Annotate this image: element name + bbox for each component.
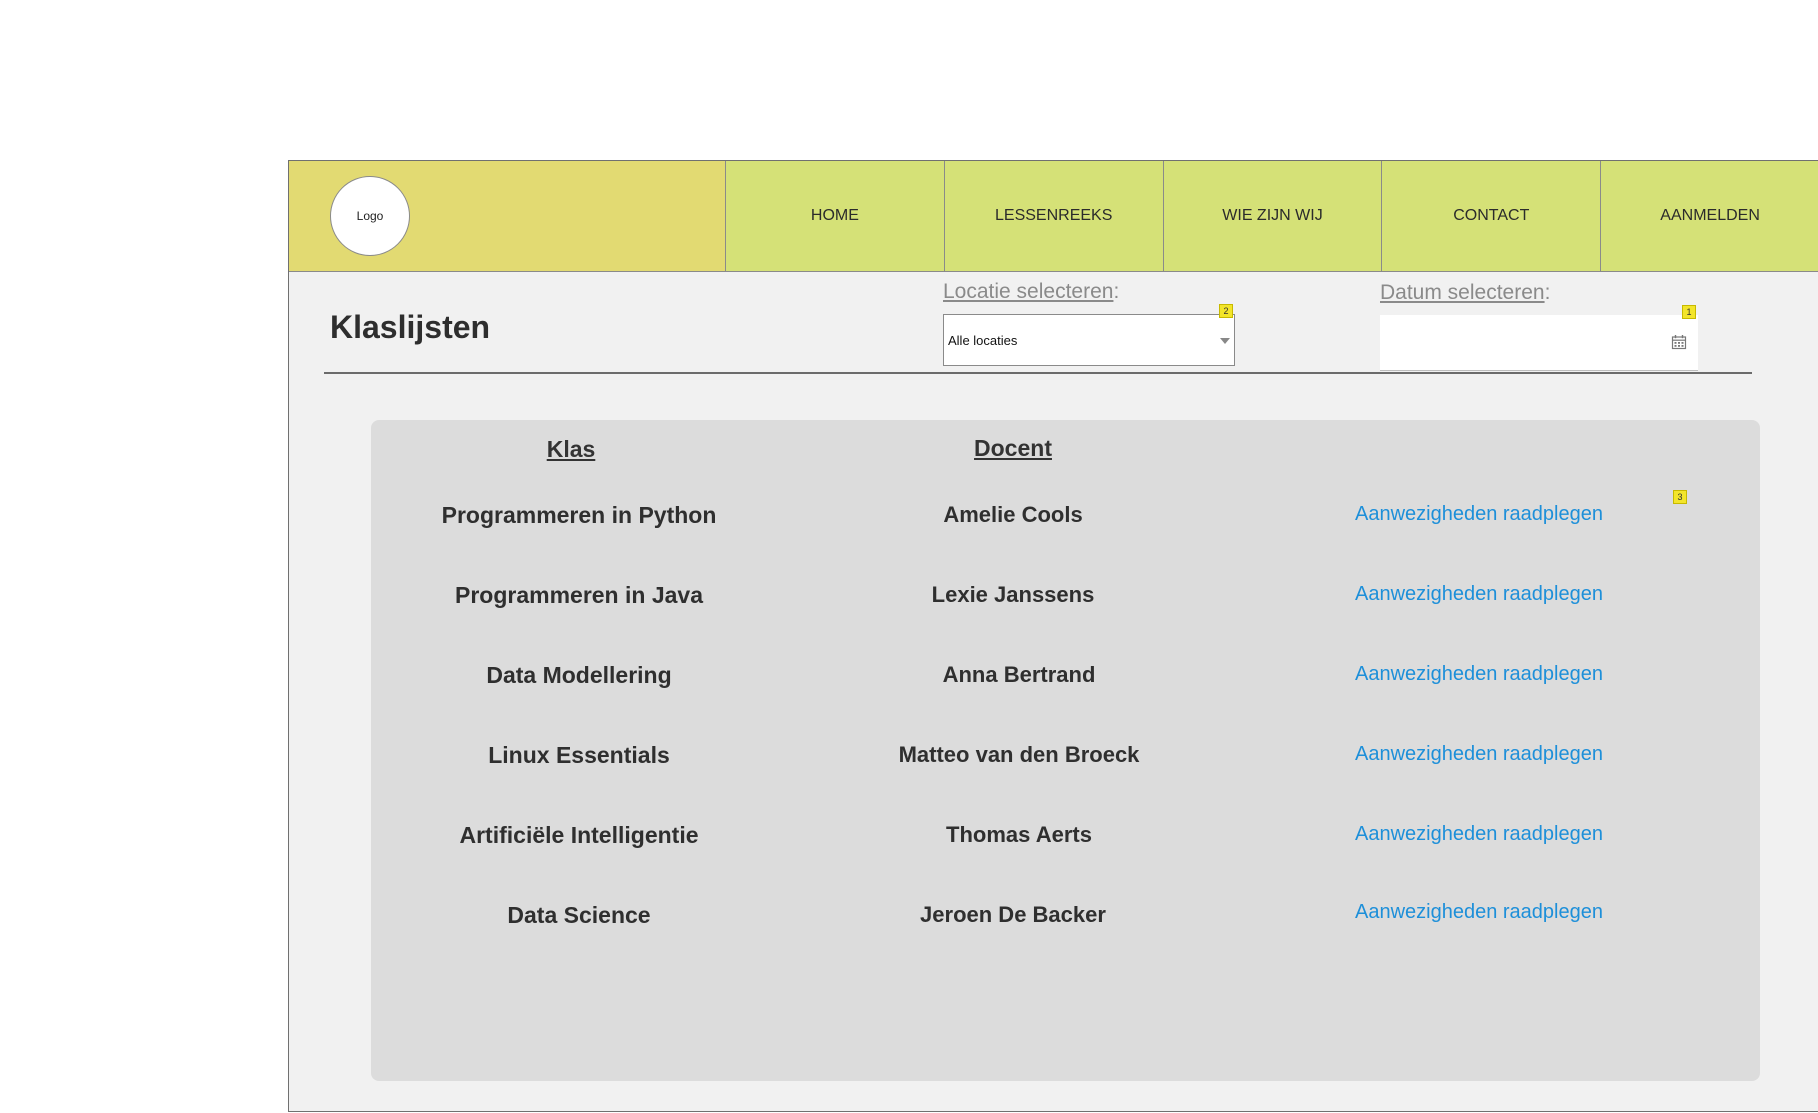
location-select-value: Alle locaties [948,332,1018,348]
column-header-docent: Docent [974,435,1052,461]
row-4-klas: Linux Essentials [488,742,670,768]
action-annotation-badge: 3 [1673,490,1687,504]
location-annotation-badge: 2 [1219,304,1233,318]
row-5-klas: Artificiële Intelligentie [459,822,699,848]
row-3-klas: Data Modellering [486,662,672,688]
chevron-down-icon [1220,338,1230,344]
location-label: Locatie selecteren: [943,280,1119,304]
row-3-docent: Anna Bertrand [942,662,1096,687]
logo[interactable]: Logo [330,176,410,256]
column-header-klas: Klas [546,436,596,462]
nav-aanmelden[interactable]: AANMELDEN [1600,161,1818,272]
calendar-icon[interactable] [1671,334,1687,350]
row-3-attendance-link[interactable]: Aanwezigheden raadplegen [1355,663,1603,686]
row-1-attendance-link[interactable]: Aanwezigheden raadplegen [1355,503,1603,526]
title-divider [324,372,1752,374]
brand-area: Logo [289,161,725,272]
row-1-klas: Programmeren in Python [441,502,717,528]
row-6-attendance-link[interactable]: Aanwezigheden raadplegen [1355,901,1603,924]
row-4-docent: Matteo van den Broeck [898,742,1140,767]
date-annotation-badge: 1 [1682,305,1696,319]
nav-wie-zijn-wij[interactable]: WIE ZIJN WIJ [1162,161,1382,272]
row-4-attendance-link[interactable]: Aanwezigheden raadplegen [1355,743,1603,766]
date-input[interactable] [1380,315,1698,371]
nav-lessenreeks[interactable]: LESSENREEKS [943,161,1163,272]
location-label-colon: : [1113,280,1120,303]
row-6-klas: Data Science [507,902,651,928]
date-label-text: Datum selecteren [1380,281,1545,304]
location-label-text: Locatie selecteren [943,280,1114,303]
class-list-panel: Klas Docent 3 Programmeren in Python Ame… [371,420,1760,1081]
row-1-docent: Amelie Cools [943,502,1083,527]
row-2-docent: Lexie Janssens [931,582,1095,607]
nav-home[interactable]: HOME [725,161,944,272]
date-label: Datum selecteren: [1380,281,1550,305]
row-6-docent: Jeroen De Backer [920,902,1106,927]
main-nav: HOME LESSENREEKS WIE ZIJN WIJ CONTACT AA… [725,161,1818,272]
row-5-docent: Thomas Aerts [946,822,1092,847]
row-5-attendance-link[interactable]: Aanwezigheden raadplegen [1355,823,1603,846]
header: Logo HOME LESSENREEKS WIE ZIJN WIJ CONTA… [289,161,1818,272]
row-2-klas: Programmeren in Java [454,582,704,608]
app-frame: Logo HOME LESSENREEKS WIE ZIJN WIJ CONTA… [288,160,1818,1112]
page-title: Klaslijsten [330,309,491,345]
date-label-colon: : [1544,281,1551,304]
location-select[interactable]: Alle locaties [943,314,1235,366]
row-2-attendance-link[interactable]: Aanwezigheden raadplegen [1355,583,1603,606]
nav-contact[interactable]: CONTACT [1381,161,1601,272]
